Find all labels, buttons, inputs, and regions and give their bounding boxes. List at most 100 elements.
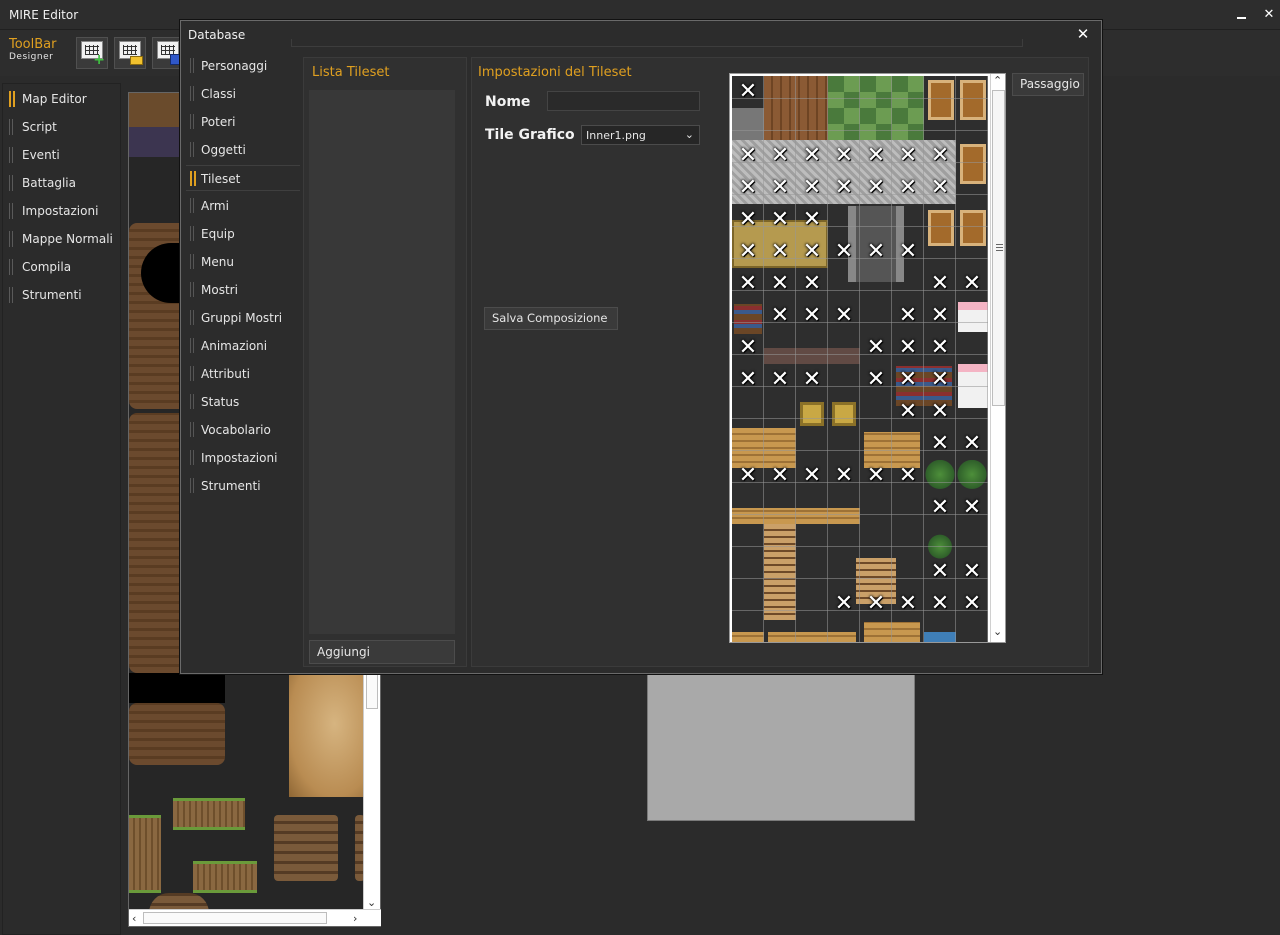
blocked-icon[interactable]: ✕	[799, 239, 825, 265]
blocked-icon[interactable]: ✕	[895, 591, 921, 617]
close-button[interactable]: ✕	[1258, 5, 1280, 25]
blocked-icon[interactable]: ✕	[927, 431, 953, 457]
scroll-down-icon[interactable]: ⌄	[993, 626, 1002, 637]
blocked-icon[interactable]: ✕	[735, 367, 761, 393]
blocked-icon[interactable]: ✕	[831, 303, 857, 329]
blocked-icon[interactable]: ✕	[927, 143, 953, 169]
blocked-icon[interactable]: ✕	[927, 367, 953, 393]
blocked-icon[interactable]: ✕	[927, 303, 953, 329]
blocked-icon[interactable]: ✕	[863, 335, 889, 361]
blocked-icon[interactable]: ✕	[831, 143, 857, 169]
blocked-icon[interactable]: ✕	[735, 175, 761, 201]
blocked-icon[interactable]: ✕	[735, 335, 761, 361]
db-nav-poteri[interactable]: Poteri	[186, 109, 300, 135]
blocked-icon[interactable]: ✕	[767, 175, 793, 201]
blocked-icon[interactable]: ✕	[767, 207, 793, 233]
blocked-icon[interactable]: ✕	[799, 143, 825, 169]
blocked-icon[interactable]: ✕	[895, 175, 921, 201]
blocked-icon[interactable]: ✕	[767, 463, 793, 489]
blocked-icon[interactable]: ✕	[927, 495, 953, 521]
passability-button[interactable]: Passaggio	[1012, 73, 1084, 96]
open-map-button[interactable]	[114, 37, 146, 69]
blocked-icon[interactable]: ✕	[895, 335, 921, 361]
blocked-icon[interactable]: ✕	[895, 367, 921, 393]
blocked-icon[interactable]: ✕	[735, 463, 761, 489]
blocked-icon[interactable]: ✕	[799, 175, 825, 201]
blocked-icon[interactable]: ✕	[831, 239, 857, 265]
blocked-icon[interactable]: ✕	[767, 303, 793, 329]
blocked-icon[interactable]: ✕	[895, 303, 921, 329]
db-nav-attributi[interactable]: Attributi	[186, 361, 300, 387]
db-nav-mostri[interactable]: Mostri	[186, 277, 300, 303]
blocked-icon[interactable]: ✕	[863, 367, 889, 393]
blocked-icon[interactable]: ✕	[735, 271, 761, 297]
blocked-icon[interactable]: ✕	[959, 495, 985, 521]
nav-item-impostazioni[interactable]: Impostazioni	[9, 200, 117, 222]
nav-item-battaglia[interactable]: Battaglia	[9, 172, 117, 194]
new-map-button[interactable]: +	[76, 37, 108, 69]
blocked-icon[interactable]: ✕	[895, 143, 921, 169]
db-nav-personaggi[interactable]: Personaggi	[186, 53, 300, 79]
tileset-vertical-scrollbar[interactable]: ⌃ ⌄	[990, 74, 1005, 642]
save-composition-button[interactable]: Salva Composizione	[484, 307, 618, 330]
blocked-icon[interactable]: ✕	[799, 303, 825, 329]
blocked-icon[interactable]: ✕	[927, 335, 953, 361]
blocked-icon[interactable]: ✕	[863, 463, 889, 489]
blocked-icon[interactable]: ✕	[799, 367, 825, 393]
nav-item-mappe-normali[interactable]: Mappe Normali	[9, 228, 117, 250]
tileset-image[interactable]: ✕ ✕ ✕ ✕ ✕ ✕ ✕ ✕ ✕ ✕ ✕ ✕ ✕ ✕ ✕ ✕ ✕ ✕ ✕ ✕ …	[732, 76, 988, 642]
blocked-icon[interactable]: ✕	[735, 79, 761, 105]
scrollbar-thumb[interactable]	[143, 912, 327, 924]
blocked-icon[interactable]: ✕	[959, 591, 985, 617]
scroll-right-icon[interactable]: ›	[353, 913, 357, 924]
blocked-icon[interactable]: ✕	[767, 271, 793, 297]
blocked-icon[interactable]: ✕	[735, 207, 761, 233]
blocked-icon[interactable]: ✕	[863, 175, 889, 201]
scroll-up-icon[interactable]: ⌃	[993, 75, 1002, 86]
blocked-icon[interactable]: ✕	[895, 463, 921, 489]
blocked-icon[interactable]: ✕	[735, 239, 761, 265]
map-canvas[interactable]	[647, 672, 915, 821]
add-tileset-button[interactable]: Aggiungi	[309, 640, 455, 664]
nav-item-map-editor[interactable]: Map Editor	[9, 88, 117, 110]
blocked-icon[interactable]: ✕	[927, 559, 953, 585]
tileset-list[interactable]	[309, 90, 455, 634]
db-nav-gruppi-mostri[interactable]: Gruppi Mostri	[186, 305, 300, 331]
blocked-icon[interactable]: ✕	[895, 399, 921, 425]
db-nav-armi[interactable]: Armi	[186, 193, 300, 219]
tileset-image-view[interactable]: ✕ ✕ ✕ ✕ ✕ ✕ ✕ ✕ ✕ ✕ ✕ ✕ ✕ ✕ ✕ ✕ ✕ ✕ ✕ ✕ …	[729, 73, 1006, 643]
db-nav-oggetti[interactable]: Oggetti	[186, 137, 300, 163]
blocked-icon[interactable]: ✕	[767, 367, 793, 393]
scrollbar-thumb[interactable]	[992, 90, 1005, 406]
blocked-icon[interactable]: ✕	[831, 463, 857, 489]
blocked-icon[interactable]: ✕	[767, 143, 793, 169]
blocked-icon[interactable]: ✕	[799, 271, 825, 297]
db-nav-strumenti[interactable]: Strumenti	[186, 473, 300, 499]
db-nav-equip[interactable]: Equip	[186, 221, 300, 247]
blocked-icon[interactable]: ✕	[863, 591, 889, 617]
nav-item-strumenti[interactable]: Strumenti	[9, 284, 117, 306]
db-nav-animazioni[interactable]: Animazioni	[186, 333, 300, 359]
nav-item-script[interactable]: Script	[9, 116, 117, 138]
name-field[interactable]	[547, 91, 700, 111]
db-nav-status[interactable]: Status	[186, 389, 300, 415]
blocked-icon[interactable]: ✕	[927, 591, 953, 617]
blocked-icon[interactable]: ✕	[863, 143, 889, 169]
close-icon[interactable]: ✕	[1074, 25, 1092, 43]
blocked-icon[interactable]: ✕	[959, 559, 985, 585]
tile-graphic-select[interactable]: Inner1.png ⌄	[581, 125, 700, 145]
minimize-button[interactable]	[1231, 5, 1253, 25]
palette-horizontal-scrollbar[interactable]: ‹ ›	[129, 909, 381, 926]
blocked-icon[interactable]: ✕	[927, 399, 953, 425]
blocked-icon[interactable]: ✕	[799, 207, 825, 233]
db-nav-tileset[interactable]: Tileset	[186, 165, 300, 191]
db-nav-classi[interactable]: Classi	[186, 81, 300, 107]
blocked-icon[interactable]: ✕	[959, 431, 985, 457]
db-nav-impostazioni[interactable]: Impostazioni	[186, 445, 300, 471]
scroll-left-icon[interactable]: ‹	[132, 913, 136, 924]
blocked-icon[interactable]: ✕	[927, 175, 953, 201]
db-nav-menu[interactable]: Menu	[186, 249, 300, 275]
blocked-icon[interactable]: ✕	[735, 143, 761, 169]
blocked-icon[interactable]: ✕	[799, 463, 825, 489]
blocked-icon[interactable]: ✕	[831, 175, 857, 201]
